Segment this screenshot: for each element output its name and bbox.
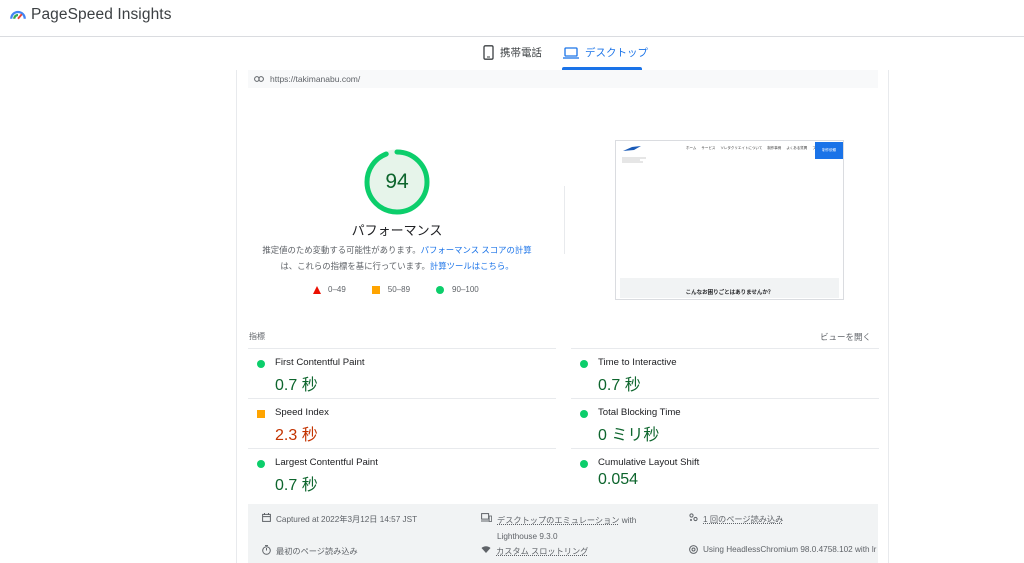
device-tabs: 携帯電話 デスクトップ [0,37,1024,70]
site-nav-item: 制作事例 [767,146,782,150]
tab-mobile-label: 携帯電話 [500,47,542,59]
metric-name: Largest Contentful Paint [275,457,378,468]
metric-value: 0.7 秒 [275,377,318,394]
run-info: Captured at 2022年3月12日 14:57 JST デスクトップの… [248,504,878,563]
performance-description: 推定値のため変動する可能性があります。パフォーマンス スコアの計算 は、これらの… [257,242,537,274]
legend-poor: 0–49 [313,285,346,294]
tab-mobile[interactable]: 携帯電話 [483,45,542,60]
chrome-icon [689,545,698,554]
good-circle-icon [580,460,588,468]
score-calc-link[interactable]: パフォーマンス スコアの計算 [421,245,532,255]
site-nav-item: ソレタクリエイトについて [720,146,763,150]
calculator-link[interactable]: 計算ツールはこちら。 [430,261,514,271]
site-logo-icon [623,146,641,151]
lighthouse-version: Lighthouse 9.3.0 [497,532,558,541]
desc-text-1: 推定値のため変動する可能性があります。 [262,245,421,255]
circle-icon [436,285,445,294]
app-title: PageSpeed Insights [31,6,172,23]
site-nav-item: よくある質問 [786,146,808,150]
site-nav-item: ホーム [686,146,697,150]
metric-first-contentful-paint: First Contentful Paint 0.7 秒 [248,348,556,398]
good-circle-icon [580,360,588,368]
top-bar: PageSpeed Insights [0,0,1024,37]
good-circle-icon [257,460,265,468]
site-nav-item: サービス [701,146,716,150]
average-square-icon [257,410,265,418]
metric-name: First Contentful Paint [275,357,365,368]
wifi-icon [481,546,491,553]
metric-value: 0.7 秒 [275,477,318,494]
throttling-info: カスタム スロットリング [481,545,588,557]
desc-text-2: は、これらの指標を基に行っています。 [280,261,430,271]
metrics-heading: 指標 [249,332,265,341]
expand-view-toggle[interactable]: ビューを開く [820,331,871,343]
load-dots-icon [689,513,698,522]
performance-title: パフォーマンス [351,223,443,238]
devices-icon [481,513,492,522]
laptop-icon [563,46,579,59]
metric-largest-contentful-paint: Largest Contentful Paint 0.7 秒 [248,448,556,498]
legend-poor-label: 0–49 [328,285,346,294]
emulation-link[interactable]: デスクトップのエミュレーション [497,516,620,525]
performance-score: 94 [385,170,409,193]
smartphone-icon [483,45,494,60]
metric-value: 0.7 秒 [598,377,641,394]
tested-url: https://takimanabu.com/ [270,74,361,84]
report-panel: https://takimanabu.com/ 94 パフォーマンス 推定値のた… [236,70,889,563]
square-icon [371,285,380,294]
divider [564,186,565,254]
tab-desktop[interactable]: デスクトップ [563,45,648,60]
legend-average-label: 50–89 [387,285,411,294]
captured-at: Captured at 2022年3月12日 14:57 JST [262,513,417,525]
throttling-link[interactable]: カスタム スロットリング [496,545,588,557]
metric-name: Time to Interactive [598,357,677,368]
calendar-icon [262,513,271,522]
metric-time-to-interactive: Time to Interactive 0.7 秒 [571,348,879,398]
legend-good: 90–100 [436,285,479,294]
site-banner: こんなお困りごとはありませんか？ [620,278,839,298]
metric-value: 0 ミリ秒 [598,427,660,444]
metric-speed-index: Speed Index 2.3 秒 [248,398,556,448]
site-cta-button: 制作依頼 [815,142,843,159]
logo[interactable]: PageSpeed Insights [9,6,172,24]
site-nav: ホーム サービス ソレタクリエイトについて 制作事例 よくある質問 ブログ [686,146,828,151]
score-legend: 0–49 50–89 90–100 [313,285,505,294]
metric-name: Total Blocking Time [598,407,681,418]
legend-average: 50–89 [371,285,411,294]
browser-info: Using HeadlessChromium 98.0.4758.102 wit… [689,545,876,554]
metric-name: Cumulative Layout Shift [598,457,700,468]
metric-total-blocking-time: Total Blocking Time 0 ミリ秒 [571,398,879,448]
browser-text: Using HeadlessChromium 98.0.4758.102 wit… [703,545,877,554]
link-icon [254,76,264,82]
metric-cumulative-layout-shift: Cumulative Layout Shift 0.054 [571,448,879,498]
legend-good-label: 90–100 [452,285,479,294]
pagespeed-logo-icon [10,10,26,20]
emulation-info: デスクトップのエミュレーション with Lighthouse 9.3.0 [481,513,636,545]
performance-gauge: 94 [363,148,431,216]
initial-load-text: 最初のページ読み込み [276,547,358,556]
initial-load: 最初のページ読み込み [262,545,358,557]
metric-value: 0.054 [598,471,639,488]
final-screenshot[interactable]: ホーム サービス ソレタクリエイトについて 制作事例 よくある質問 ブログ 制作… [615,140,844,300]
emulation-tail: with [619,516,637,525]
page-load-link[interactable]: 1 回のページ読み込み [703,513,783,525]
tab-desktop-label: デスクトップ [585,47,648,59]
url-bar: https://takimanabu.com/ [248,70,878,88]
timer-icon [262,545,271,555]
page-load-count: 1 回のページ読み込み [689,513,783,525]
metric-value: 2.3 秒 [275,427,318,444]
metric-name: Speed Index [275,407,329,418]
triangle-icon [313,285,321,294]
good-circle-icon [257,360,265,368]
site-tagline-icon [622,157,646,163]
captured-text: Captured at 2022年3月12日 14:57 JST [276,515,418,524]
good-circle-icon [580,410,588,418]
